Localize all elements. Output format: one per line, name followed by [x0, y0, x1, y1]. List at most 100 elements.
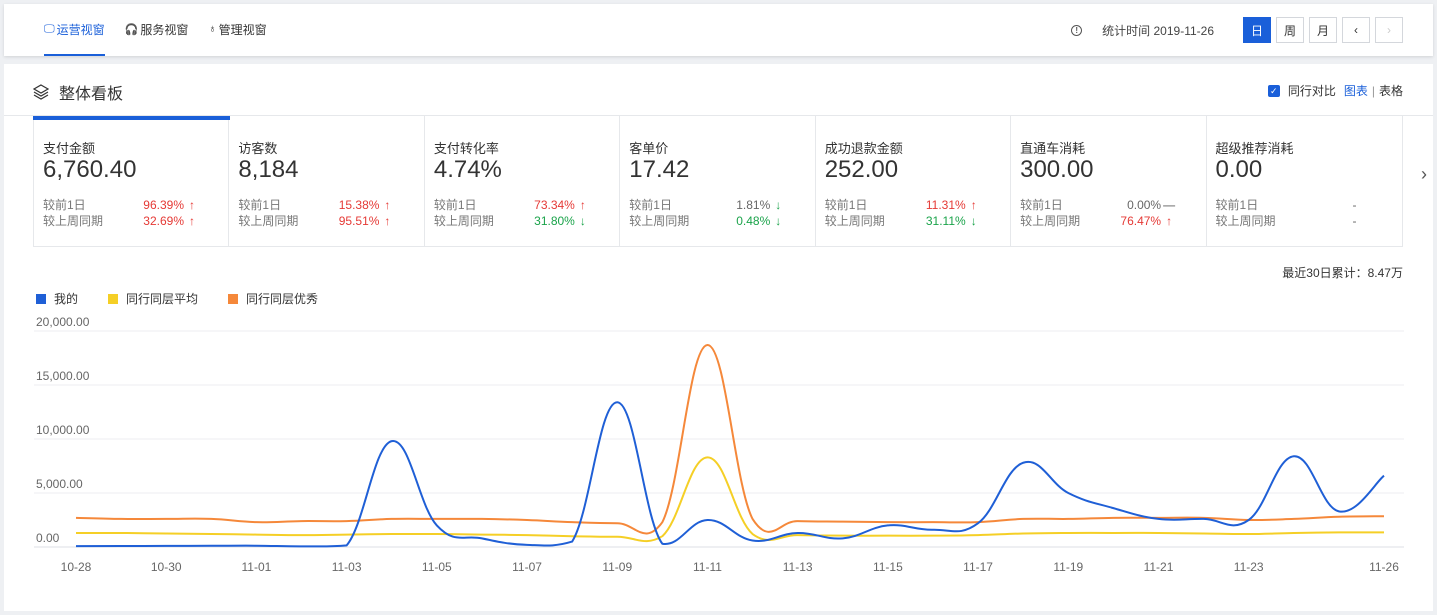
period-day-button[interactable]: 日 — [1243, 17, 1271, 43]
compare-label: 较上周同期 — [238, 214, 299, 228]
arrow-down-icon: ↓ — [579, 214, 586, 228]
y-tick-label: 20,000.00 — [36, 315, 90, 329]
x-tick-label: 11-01 — [242, 560, 272, 574]
kpi-compare-day: 较前1日 96.39% ↑ — [43, 197, 228, 213]
view-table-link[interactable]: 表格 — [1379, 82, 1403, 99]
compare-label: 较前1日 — [43, 198, 86, 212]
tab-service[interactable]: 🎧 服务视窗 — [125, 4, 189, 56]
y-tick-label: 10,000.00 — [36, 423, 90, 437]
period-week-button[interactable]: 周 — [1276, 17, 1304, 43]
compare-label: 同行对比 — [1287, 84, 1336, 98]
kpi-row: 支付金额 6,760.40 较前1日 96.39% ↑ 较上周同期 32.69% ↑ 访客数 8,… — [32, 116, 1403, 247]
arrow-up-icon: ↑ — [1166, 214, 1173, 228]
kpi-card[interactable]: 直通车消耗 300.00 较前1日 0.00% — 较上周同期 76.47% ↑ — [1011, 116, 1207, 246]
kpi-label: 支付金额 — [43, 141, 96, 156]
x-tick-label: 11-09 — [602, 560, 632, 574]
view-chart-link[interactable]: 图表 — [1344, 82, 1368, 99]
tab-management[interactable]: ♁ 管理视窗 — [208, 4, 266, 56]
x-tick-label: 11-17 — [963, 560, 993, 574]
compare-label: 较前1日 — [433, 198, 477, 212]
arrow-down-icon: ↓ — [775, 198, 782, 212]
kpi-compare-week: 较上周同期 31.11% ↓ — [825, 213, 1010, 229]
chevron-right-icon: › — [1387, 23, 1391, 37]
kpi-card[interactable]: 访客数 8,184 较前1日 15.38% ↑ 较上周同期 95.51% ↑ — [229, 116, 425, 246]
x-tick-label: 11-15 — [873, 560, 903, 574]
trend-chart: 0.00 5,000.00 10,000.00 15,000.00 20,000.00 1… — [34, 315, 1404, 574]
kpi-value: 0.00 — [1215, 156, 1263, 183]
y-tick-label: 5,000.00 — [36, 477, 83, 491]
kpi-value: 17.42 — [629, 156, 690, 183]
kpi-card[interactable]: 支付金额 6,760.40 较前1日 96.39% ↑ 较上周同期 32.69% ↑ — [32, 116, 231, 246]
kpi-card[interactable]: 支付转化率 4.74% 较前1日 73.34% ↑ 较上周同期 31.80% ↓ — [425, 116, 621, 246]
kpi-label: 客单价 — [629, 141, 669, 156]
kpi-label: 超级推荐消耗 — [1215, 141, 1294, 156]
compare-value: 31.11% — [925, 214, 966, 228]
prev-date-button[interactable]: ‹ — [1342, 17, 1370, 43]
kpi-card[interactable]: 客单价 17.42 较前1日 1.81% ↓ 较上周同期 0.48% ↓ — [620, 116, 816, 246]
kpi-compare-day: 较前1日 73.34% ↑ — [434, 197, 619, 213]
compare-label: 较前1日 — [1215, 198, 1259, 212]
kpi-compare-week: 较上周同期 31.80% ↓ — [434, 213, 619, 229]
kpi-compare-week: 较上周同期 0.48% ↓ — [629, 213, 814, 229]
next-date-button[interactable]: › — [1375, 17, 1403, 43]
kpi-value: 300.00 — [1020, 156, 1094, 183]
kpi-value: 8,184 — [238, 156, 299, 183]
bulb-icon: ♁ — [208, 23, 217, 35]
tab-label: 运营视窗 — [56, 22, 105, 37]
kpi-compare-week: 较上周同期 32.69% ↑ — [43, 213, 228, 229]
legend-swatch — [228, 293, 239, 304]
kpi-compare-day: 较前1日 0.00% — — [1020, 197, 1205, 213]
compare-label: 较上周同期 — [1215, 214, 1276, 228]
compare-checkbox[interactable]: ✓ — [1267, 84, 1280, 97]
kpi-value: 4.74% — [433, 156, 502, 183]
arrow-up-icon: ↑ — [189, 214, 195, 228]
arrow-down-icon: ↓ — [775, 214, 782, 228]
arrow-up-icon: ↑ — [970, 198, 977, 212]
compare-value: 0.48% — [736, 214, 771, 228]
monitor-icon: 🖵 — [44, 22, 55, 35]
kpi-card[interactable]: 超级推荐消耗 0.00 较前1日 - 较上周同期 - — [1207, 116, 1402, 246]
kpi-compare-day: 较前1日 1.81% ↓ — [629, 197, 814, 213]
view-tabs: 🖵 运营视窗 🎧 服务视窗 ♁ 管理视窗 — [44, 4, 287, 56]
top-navbar: 🖵 运营视窗 🎧 服务视窗 ♁ 管理视窗 ! 统计时间 2019-11-26 日… — [4, 4, 1433, 56]
arrow-up-icon: ↑ — [384, 214, 391, 228]
legend-swatch — [108, 293, 119, 304]
compare-value: 11.31% — [925, 198, 966, 212]
chevron-right-icon: › — [1421, 164, 1427, 184]
compare-label: 较前1日 — [1020, 198, 1063, 212]
panel-title-text: 整体看板 — [59, 86, 124, 103]
compare-label: 较前1日 — [629, 198, 672, 212]
x-tick-label: 11-21 — [1144, 560, 1174, 574]
legend-swatch — [36, 293, 46, 304]
view-separator: | — [1371, 83, 1375, 98]
arrow-up-icon: ↑ — [189, 198, 195, 212]
panel-title: 整体看板 — [33, 80, 123, 104]
kpi-card[interactable]: 成功退款金额 252.00 较前1日 11.31% ↑ 较上周同期 31.11% ↓ — [816, 116, 1012, 246]
compare-value: 76.47% — [1120, 214, 1162, 228]
period-month-button[interactable]: 月 — [1309, 17, 1337, 43]
kpi-compare-day: 较前1日 - — [1216, 197, 1402, 213]
x-tick-label: 11-23 — [1234, 560, 1264, 574]
tab-label: 管理视窗 — [218, 22, 267, 37]
kpi-label: 成功退款金额 — [824, 141, 903, 156]
compare-value: 1.81% — [736, 198, 771, 212]
info-icon[interactable]: ! — [1071, 24, 1083, 36]
tab-operations[interactable]: 🖵 运营视窗 — [44, 4, 105, 56]
x-tick-label: 11-26 — [1369, 560, 1399, 574]
compare-label: 较上周同期 — [1020, 214, 1081, 228]
kpi-label: 支付转化率 — [433, 141, 499, 156]
headset-icon: 🎧 — [124, 23, 139, 36]
tab-label: 服务视窗 — [140, 22, 189, 37]
kpi-next-button[interactable]: › — [1421, 164, 1427, 185]
date-tools: ! 统计时间 2019-11-26 日 周 月 ‹ › — [1071, 17, 1403, 43]
x-tick-label: 10-30 — [151, 560, 182, 574]
compare-value: - — [1352, 198, 1357, 212]
kpi-compare-day: 较前1日 11.31% ↑ — [825, 197, 1010, 213]
kpi-compare-week: 较上周同期 76.47% ↑ — [1020, 213, 1205, 229]
kpi-label: 访客数 — [238, 141, 278, 156]
panel-header: 整体看板 ✓ 同行对比 图表 | 表格 — [4, 64, 1433, 116]
panel-options: ✓ 同行对比 图表 | 表格 — [1267, 82, 1403, 99]
compare-value: 15.38% — [338, 198, 380, 212]
compare-label: 较前1日 — [238, 198, 282, 212]
x-tick-label: 11-05 — [422, 560, 452, 574]
